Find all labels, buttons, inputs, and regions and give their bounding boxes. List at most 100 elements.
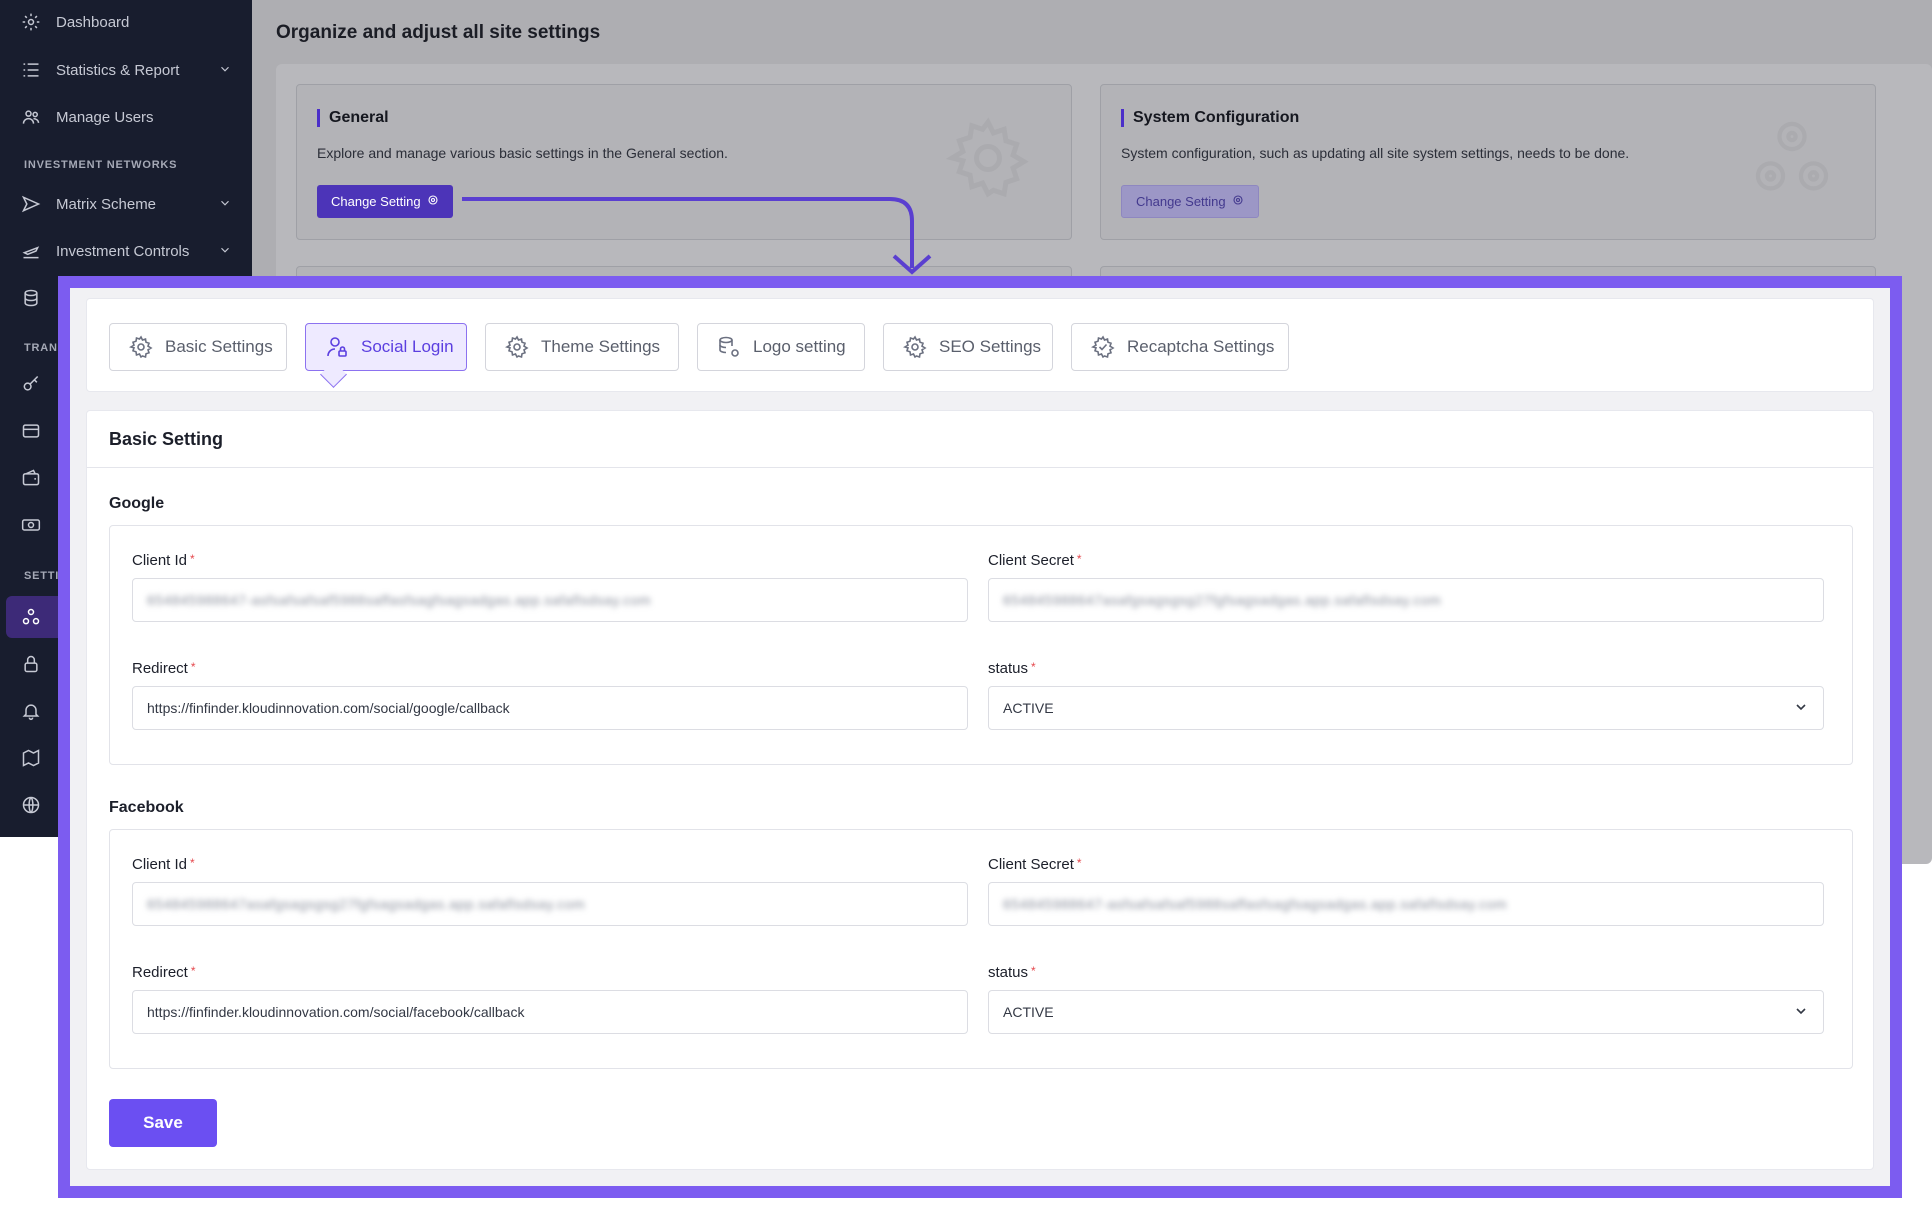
sidebar-section-settings: SETTI bbox=[24, 570, 60, 582]
page-title: Organize and adjust all site settings bbox=[276, 22, 601, 43]
google-status-select[interactable]: ACTIVE bbox=[988, 686, 1824, 730]
map-icon bbox=[20, 747, 42, 769]
tab-recaptcha-settings[interactable]: Recaptcha Settings bbox=[1071, 323, 1289, 371]
button-label: Change Setting bbox=[331, 194, 421, 209]
required-marker: * bbox=[1076, 856, 1082, 870]
sidebar-item-manage-users[interactable]: Manage Users bbox=[0, 97, 252, 137]
client-id-label: Client Id * bbox=[132, 552, 195, 569]
tab-logo-setting[interactable]: Logo setting bbox=[697, 323, 865, 371]
change-setting-button[interactable]: Change Setting bbox=[317, 185, 453, 218]
input-value: 654845988647asafgsagsgsg27fgfsagsadgas.a… bbox=[147, 896, 586, 912]
facebook-status-select[interactable]: ACTIVE bbox=[988, 990, 1824, 1034]
tab-label: Logo setting bbox=[753, 337, 846, 356]
label-text: Client Id bbox=[132, 856, 188, 873]
client-secret-label: Client Secret * bbox=[988, 552, 1082, 569]
redirect-label: Redirect * bbox=[132, 964, 196, 981]
network-icon bbox=[20, 606, 42, 628]
tab-label: Recaptcha Settings bbox=[1127, 337, 1275, 356]
gear-icon bbox=[504, 334, 530, 360]
cash-icon bbox=[20, 514, 42, 536]
gear-icon bbox=[1232, 194, 1244, 209]
required-marker: * bbox=[1076, 552, 1082, 566]
card-description: System configuration, such as updating a… bbox=[1121, 145, 1630, 161]
chevron-down-icon bbox=[218, 243, 232, 261]
button-label: Change Setting bbox=[1136, 194, 1226, 209]
facebook-client-secret-input[interactable]: 654845988647-asfsafsafsaf5988saffasfsagf… bbox=[988, 882, 1824, 926]
label-text: Redirect bbox=[132, 964, 188, 981]
redirect-label: Redirect * bbox=[132, 660, 196, 677]
chevron-down-icon bbox=[1793, 699, 1809, 718]
label-text: status bbox=[988, 660, 1029, 677]
plane-icon bbox=[20, 240, 42, 262]
sidebar-item-label: Manage Users bbox=[56, 108, 154, 126]
card-title: General bbox=[317, 109, 389, 127]
bell-icon bbox=[20, 700, 42, 722]
label-text: Client Id bbox=[132, 552, 188, 569]
input-value: https://finfinder.kloudinnovation.com/so… bbox=[147, 700, 510, 716]
tab-seo-settings[interactable]: SEO Settings bbox=[883, 323, 1053, 371]
input-value: 654845988647-asfsafsafsaf5988saffasfsagf… bbox=[147, 592, 652, 608]
tab-label: Basic Settings bbox=[165, 337, 273, 356]
google-settings-box: Client Id * 654845988647-asfsafsafsaf5988… bbox=[109, 525, 1853, 765]
sidebar-item-matrix-scheme[interactable]: Matrix Scheme bbox=[0, 184, 252, 224]
facebook-section-title: Facebook bbox=[109, 799, 184, 816]
list-icon bbox=[20, 59, 42, 81]
required-marker: * bbox=[190, 856, 195, 870]
google-client-secret-input[interactable]: 654845988647asafgsagsgsg27fgfsagsadgas.a… bbox=[988, 578, 1824, 622]
label-text: status bbox=[988, 964, 1029, 981]
label-text: Client Secret bbox=[988, 552, 1074, 569]
card-description: Explore and manage various basic setting… bbox=[317, 145, 728, 161]
gear-icon bbox=[902, 334, 928, 360]
sidebar-item-label: Matrix Scheme bbox=[56, 195, 157, 213]
settings-tabs: Basic Settings Social Login Theme Settin… bbox=[86, 298, 1874, 392]
select-value: ACTIVE bbox=[1003, 1004, 1054, 1020]
facebook-settings-box: Client Id * 654845988647asafgsagsgsg27fgf… bbox=[109, 829, 1853, 1069]
wallet-icon bbox=[20, 467, 42, 489]
save-button[interactable]: Save bbox=[109, 1099, 217, 1147]
card-title: System Configuration bbox=[1121, 109, 1299, 127]
lock-icon bbox=[20, 653, 42, 675]
sidebar-item-investment-controls[interactable]: Investment Controls bbox=[0, 231, 252, 271]
select-value: ACTIVE bbox=[1003, 700, 1054, 716]
facebook-client-id-input[interactable]: 654845988647asafgsagsgsg27fgfsagsadgas.a… bbox=[132, 882, 968, 926]
tab-theme-settings[interactable]: Theme Settings bbox=[485, 323, 679, 371]
gear-check-icon bbox=[1090, 334, 1116, 360]
label-text: Client Secret bbox=[988, 856, 1074, 873]
coins-icon bbox=[20, 287, 42, 309]
divider bbox=[87, 467, 1873, 468]
sidebar-item-statistics[interactable]: Statistics & Report bbox=[0, 50, 252, 90]
gears-icon bbox=[1749, 115, 1835, 206]
input-value: https://finfinder.kloudinnovation.com/so… bbox=[147, 1004, 525, 1020]
sidebar-section-investment: INVESTMENT NETWORKS bbox=[24, 159, 178, 171]
required-marker: * bbox=[190, 552, 195, 566]
tab-social-login[interactable]: Social Login bbox=[305, 323, 467, 371]
chevron-down-icon bbox=[1793, 1003, 1809, 1022]
required-marker: * bbox=[190, 660, 196, 674]
user-lock-icon bbox=[324, 334, 350, 360]
required-marker: * bbox=[1031, 660, 1036, 674]
label-text: Redirect bbox=[132, 660, 188, 677]
client-id-label: Client Id * bbox=[132, 856, 195, 873]
key-icon bbox=[20, 373, 42, 395]
status-label: status * bbox=[988, 660, 1036, 677]
tab-basic-settings[interactable]: Basic Settings bbox=[109, 323, 287, 371]
change-setting-button[interactable]: Change Setting bbox=[1121, 185, 1259, 218]
credit-card-icon bbox=[20, 420, 42, 442]
gear-icon bbox=[20, 11, 42, 33]
globe-icon bbox=[20, 794, 42, 816]
facebook-redirect-input[interactable]: https://finfinder.kloudinnovation.com/so… bbox=[132, 990, 968, 1034]
tab-label: SEO Settings bbox=[939, 337, 1042, 356]
form-title: Basic Setting bbox=[109, 429, 224, 449]
social-login-settings-panel: Basic Settings Social Login Theme Settin… bbox=[58, 276, 1902, 1198]
google-client-id-input[interactable]: 654845988647-asfsafsafsaf5988saffasfsagf… bbox=[132, 578, 968, 622]
users-icon bbox=[20, 106, 42, 128]
sidebar-item-dashboard[interactable]: Dashboard bbox=[0, 2, 252, 42]
chevron-down-icon bbox=[218, 196, 232, 214]
input-value: 654845988647asafgsagsgsg27fgfsagsadgas.a… bbox=[1003, 592, 1442, 608]
sidebar-item-label: Dashboard bbox=[56, 13, 130, 31]
required-marker: * bbox=[190, 964, 196, 978]
google-redirect-input[interactable]: https://finfinder.kloudinnovation.com/so… bbox=[132, 686, 968, 730]
social-login-form-card: Basic Setting Google Client Id * 65484598… bbox=[86, 410, 1874, 1170]
gear-icon bbox=[427, 194, 439, 209]
gear-icon bbox=[945, 115, 1031, 206]
